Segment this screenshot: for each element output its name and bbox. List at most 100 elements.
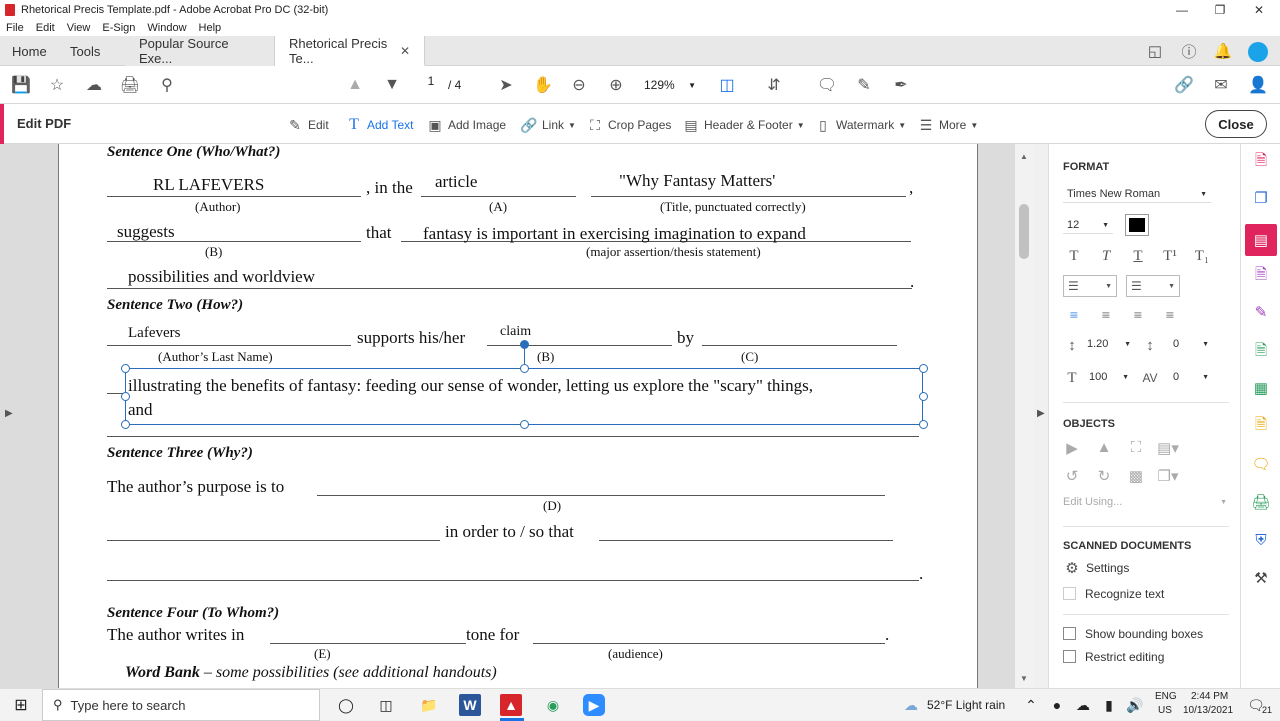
- text-style-icon[interactable]: T: [1063, 246, 1085, 266]
- font-color-swatch[interactable]: [1125, 214, 1149, 236]
- text-box-line1[interactable]: illustrating the benefits of fantasy: fe…: [128, 376, 813, 396]
- resize-handle[interactable]: [121, 420, 130, 429]
- highlight-icon[interactable]: ✎: [853, 75, 875, 95]
- prev-page-icon[interactable]: ▲: [344, 75, 366, 95]
- recognize-text-checkbox[interactable]: [1063, 587, 1076, 600]
- show-bounding-boxes-checkbox[interactable]: [1063, 627, 1076, 640]
- menu-view[interactable]: View: [67, 22, 91, 34]
- author-field[interactable]: RL LAFEVERS: [153, 175, 264, 195]
- header-footer-tool[interactable]: ▤ Header & Footer ▼: [682, 115, 804, 135]
- menu-edit[interactable]: Edit: [36, 22, 55, 34]
- close-edit-button[interactable]: Close: [1205, 110, 1267, 138]
- zoom-out-icon[interactable]: ⊖: [568, 75, 590, 95]
- export-pdf-icon[interactable]: 🗎: [1251, 342, 1271, 362]
- rotate-right-icon[interactable]: ↻: [1093, 466, 1115, 486]
- menu-esign[interactable]: E-Sign: [102, 22, 135, 34]
- flip-horizontal-icon[interactable]: ▲: [1093, 438, 1115, 458]
- edit-tool[interactable]: ✎ Edit: [286, 115, 329, 135]
- resize-handle[interactable]: [520, 364, 529, 373]
- more-tool[interactable]: ☰ More ▼: [917, 115, 979, 135]
- battery-icon[interactable]: ▮: [1098, 694, 1120, 716]
- resize-handle[interactable]: [121, 392, 130, 401]
- crop-pages-tool[interactable]: ⛶ Crop Pages: [586, 115, 671, 135]
- hand-icon[interactable]: ✋: [532, 75, 554, 95]
- replace-image-icon[interactable]: ▩: [1125, 466, 1147, 486]
- speaker-icon[interactable]: 🔊: [1124, 694, 1146, 716]
- right-panel-toggle-icon[interactable]: ▶: [1037, 408, 1045, 419]
- type-field[interactable]: article: [435, 172, 477, 192]
- word-icon[interactable]: W: [459, 694, 481, 716]
- search-icon[interactable]: ⚲: [156, 75, 178, 95]
- align-objects-icon[interactable]: ▤▾: [1157, 438, 1179, 458]
- resize-handle[interactable]: [919, 392, 928, 401]
- claim-field[interactable]: claim: [500, 324, 531, 340]
- text-box-selected[interactable]: illustrating the benefits of fantasy: fe…: [125, 368, 923, 425]
- organize-pages-icon[interactable]: 🗎: [1251, 266, 1271, 286]
- rotate-left-icon[interactable]: ↺: [1061, 466, 1083, 486]
- add-image-tool[interactable]: ▣ Add Image: [426, 115, 506, 135]
- rotate-handle[interactable]: [520, 340, 529, 349]
- settings-link[interactable]: Settings: [1086, 561, 1129, 575]
- user-add-icon[interactable]: 👤: [1247, 75, 1269, 95]
- resize-handle[interactable]: [520, 420, 529, 429]
- arrange-icon[interactable]: ❐▾: [1157, 466, 1179, 486]
- windows-start-icon[interactable]: ⊞: [10, 694, 32, 716]
- justify-icon[interactable]: ≡: [1159, 306, 1181, 326]
- upload-icon[interactable]: ☁: [83, 75, 105, 95]
- scroll-mode-icon[interactable]: ⇵: [763, 75, 785, 95]
- print-production-icon[interactable]: 🖨: [1251, 492, 1271, 512]
- numbered-list-select[interactable]: ☰ ▼: [1126, 275, 1180, 297]
- cortana-icon[interactable]: ◯: [335, 694, 357, 716]
- help-icon[interactable]: ⓘ: [1180, 42, 1198, 61]
- tray-chevron-up-icon[interactable]: ⌃: [1020, 694, 1042, 716]
- resize-handle[interactable]: [121, 364, 130, 373]
- resize-handle[interactable]: [919, 364, 928, 373]
- taskbar-search-input[interactable]: ⚲ Type here to search: [42, 689, 320, 721]
- clock-date[interactable]: 10/13/2021: [1183, 705, 1233, 716]
- document-area[interactable]: ▶ Sentence One (Who/What?) RL LAFEVERS ,…: [0, 144, 1034, 688]
- language-ime-2[interactable]: US: [1158, 705, 1172, 716]
- more-tools-icon[interactable]: ⚒: [1251, 568, 1271, 588]
- next-page-icon[interactable]: ▼: [381, 75, 403, 95]
- tab-tools[interactable]: Tools: [70, 36, 100, 66]
- pdf-page[interactable]: Sentence One (Who/What?) RL LAFEVERS , i…: [58, 144, 978, 688]
- text-box-line2[interactable]: and: [128, 400, 153, 420]
- edit-using-select[interactable]: Edit Using... ▼: [1063, 496, 1227, 508]
- gear-icon[interactable]: ⚙: [1061, 558, 1083, 578]
- fill-sign-icon[interactable]: ✎: [1251, 302, 1271, 322]
- print-icon[interactable]: 🖨: [119, 75, 141, 95]
- align-right-icon[interactable]: ≡: [1127, 306, 1149, 326]
- zoom-in-icon[interactable]: ⊕: [605, 75, 627, 95]
- menu-file[interactable]: File: [6, 22, 24, 34]
- align-center-icon[interactable]: ≡: [1095, 306, 1117, 326]
- maximize-button[interactable]: ❐: [1201, 0, 1239, 20]
- zoom-select[interactable]: 129% ▼: [640, 74, 700, 96]
- avatar[interactable]: [1248, 42, 1268, 62]
- clock-time[interactable]: 2:44 PM: [1191, 691, 1228, 702]
- title-field[interactable]: "Why Fantasy Matters': [619, 171, 775, 191]
- thesis-cont-field[interactable]: possibilities and worldview: [128, 267, 315, 287]
- excel-export-icon[interactable]: ▦: [1251, 378, 1271, 398]
- sign-icon[interactable]: ✒: [890, 75, 912, 95]
- bullet-list-select[interactable]: ☰ ▼: [1063, 275, 1117, 297]
- thesis-field[interactable]: fantasy is important in exercising imagi…: [423, 224, 806, 244]
- scroll-down-icon[interactable]: ▼: [1020, 674, 1028, 683]
- crop-object-icon[interactable]: ⛶: [1125, 438, 1147, 458]
- font-size-select[interactable]: 12 ▼: [1063, 217, 1113, 234]
- left-panel-toggle-icon[interactable]: ▶: [5, 408, 13, 419]
- link-share-icon[interactable]: 🔗: [1173, 75, 1195, 95]
- font-family-select[interactable]: Times New Roman ▼: [1063, 186, 1211, 203]
- paragraph-spacing-select[interactable]: 0 ▼: [1173, 338, 1209, 350]
- mail-icon[interactable]: ✉: [1210, 75, 1232, 95]
- fit-page-icon[interactable]: ◫: [716, 75, 738, 95]
- watermark-tool[interactable]: ▯ Watermark ▼: [814, 115, 906, 135]
- file-explorer-icon[interactable]: 📁: [418, 694, 440, 716]
- network-tray-icon[interactable]: ●: [1046, 694, 1068, 716]
- close-tab-icon[interactable]: ✕: [400, 44, 410, 58]
- vertical-scrollbar[interactable]: ▲ ▼: [1015, 144, 1034, 688]
- underline-icon[interactable]: T: [1127, 246, 1149, 266]
- comment-tool-icon[interactable]: 🗎: [1251, 416, 1271, 436]
- combine-files-icon[interactable]: ❐: [1251, 188, 1271, 208]
- line-spacing-select[interactable]: 1.20 ▼: [1087, 338, 1131, 350]
- zoom-app-icon[interactable]: ▶: [583, 694, 605, 716]
